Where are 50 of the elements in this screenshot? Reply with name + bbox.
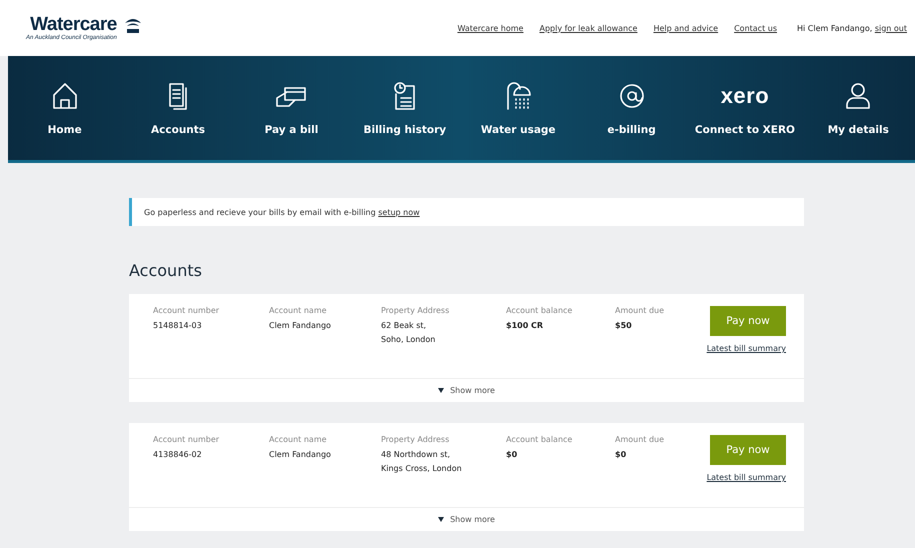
header-link[interactable]: Watercare home	[457, 24, 524, 32]
house-icon	[52, 82, 78, 110]
field-value: $100 CR	[506, 320, 544, 332]
field-label: Account balance	[506, 435, 574, 444]
bill-summary-link[interactable]: Latest bill summary	[706, 344, 786, 353]
person-icon	[845, 82, 872, 110]
nav-item[interactable]: Water usage	[462, 56, 575, 160]
nav-item[interactable]: My details	[802, 56, 915, 160]
notice-text: Go paperless and recieve your bills by email with e-billing setup now	[144, 208, 420, 216]
field-label: Account balance	[506, 306, 574, 315]
setup-link[interactable]: setup now	[378, 208, 420, 216]
field-value: 4138846-02	[153, 449, 203, 461]
header-link[interactable]: Apply for leak allowance	[539, 24, 638, 32]
clock-clipboard-icon	[392, 81, 417, 111]
nav-item[interactable]: Home	[8, 56, 122, 160]
nav-item[interactable]: xero Connect to XERO	[688, 56, 802, 160]
card-icon	[275, 84, 308, 108]
field-value: $0	[506, 449, 518, 461]
field-value: Clem Fandango	[269, 320, 332, 332]
field-value: 62 Beak st, Soho, London	[381, 320, 436, 346]
field-label: Account number	[153, 306, 220, 315]
header-link[interactable]: Contact us	[734, 24, 777, 32]
caret-icon	[438, 517, 444, 522]
field-label: Amount due	[615, 435, 666, 444]
greeting: Hi Clem Fandango, sign out	[797, 24, 907, 32]
brand-name: Watercare	[30, 15, 117, 35]
field-value: 48 Northdown st, Kings Cross, London	[381, 449, 463, 475]
nav-item[interactable]: Pay a bill	[234, 56, 348, 160]
at-sign-icon	[618, 83, 645, 109]
field-label: Account number	[153, 435, 220, 444]
section-title: Accounts	[129, 261, 203, 280]
field-value: 5148814-03	[153, 320, 203, 332]
shower-icon	[505, 81, 532, 111]
document-icon	[167, 82, 190, 110]
field-label: Property Address	[381, 435, 450, 444]
header-link[interactable]: Help and advice	[653, 24, 718, 32]
field-label: Account name	[269, 306, 328, 315]
nav-item[interactable]: Accounts	[121, 56, 235, 160]
field-label: Property Address	[381, 306, 450, 315]
caret-icon	[438, 388, 444, 393]
field-value: Clem Fandango	[269, 449, 332, 461]
field-value: $50	[615, 320, 633, 332]
bill-summary-link[interactable]: Latest bill summary	[706, 473, 786, 482]
nav-item[interactable]: Billing history	[348, 56, 462, 160]
field-label: Account name	[269, 435, 328, 444]
field-value: $0	[615, 449, 628, 461]
nav-logo: xero	[720, 85, 770, 107]
nav-item[interactable]: e-billing	[574, 56, 688, 160]
sign-out-link[interactable]: sign out	[874, 24, 907, 32]
field-label: Amount due	[615, 306, 666, 315]
